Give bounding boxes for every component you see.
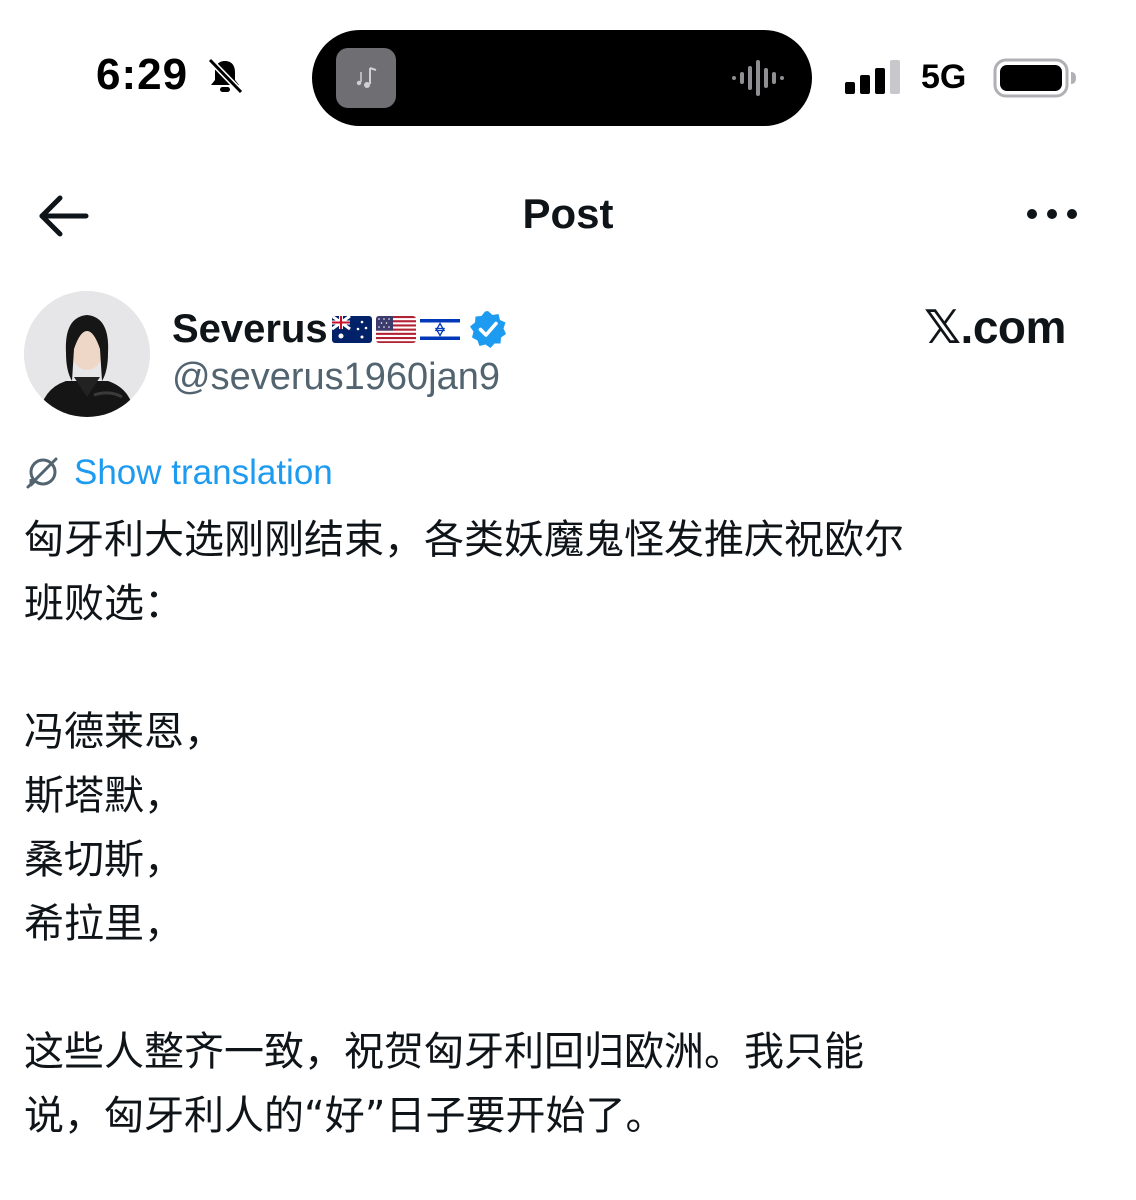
post-text-line: 匈牙利大选刚刚结束，各类妖魔鬼怪发推庆祝欧尔 <box>24 517 904 563</box>
post-text-line: 希拉里， <box>24 901 184 947</box>
post-text: 匈牙利大选刚刚结束，各类妖魔鬼怪发推庆祝欧尔 班败选： 冯德莱恩， 斯塔默， 桑… <box>24 508 1104 1148</box>
page-title: Post <box>522 190 614 237</box>
now-playing-artwork <box>336 48 396 108</box>
post-text-line: 斯塔默， <box>24 773 184 819</box>
israel-flag <box>419 315 460 343</box>
author-name-row[interactable]: Severus <box>172 304 508 354</box>
paragraph-break <box>24 956 1104 1020</box>
verified-badge-icon[interactable] <box>468 309 508 349</box>
dynamic-island[interactable] <box>312 30 812 126</box>
post-text-line: 这些人整齐一致，祝贺匈牙利回归欧洲。我只能 <box>24 1029 864 1075</box>
post-header: Post <box>0 170 1136 260</box>
show-translation-label[interactable]: Show translation <box>74 453 333 493</box>
author-handle[interactable]: @severus1960jan9 <box>172 356 500 399</box>
post-text-line: 冯德莱恩， <box>24 709 224 755</box>
globe-slash-icon <box>26 457 58 489</box>
ellipsis-icon[interactable] <box>1024 196 1080 232</box>
battery-icon <box>993 58 1076 98</box>
show-translation-button[interactable]: Show translation <box>24 450 333 496</box>
audio-waveform-icon <box>732 60 784 96</box>
x-com-watermark: 𝕏.com <box>924 301 1066 353</box>
usa-flag <box>375 315 416 343</box>
post-text-line: 说，匈牙利人的“好”日子要开始了。 <box>24 1093 666 1139</box>
paragraph-break <box>24 636 1104 700</box>
bell-slash-icon <box>207 57 244 95</box>
post-text-line: 班败选： <box>24 581 184 627</box>
signal-bars-icon <box>845 60 900 94</box>
post-text-line: 桑切斯， <box>24 837 184 883</box>
avatar-illustration <box>24 291 150 417</box>
avatar[interactable] <box>24 291 150 417</box>
australia-flag <box>331 315 372 343</box>
network-type: 5G <box>921 58 967 96</box>
author-display-name[interactable]: Severus <box>172 307 328 352</box>
music-note-icon <box>356 67 377 88</box>
status-time: 6:29 <box>96 50 189 99</box>
status-bar: 6:29 5G <box>0 0 1136 150</box>
